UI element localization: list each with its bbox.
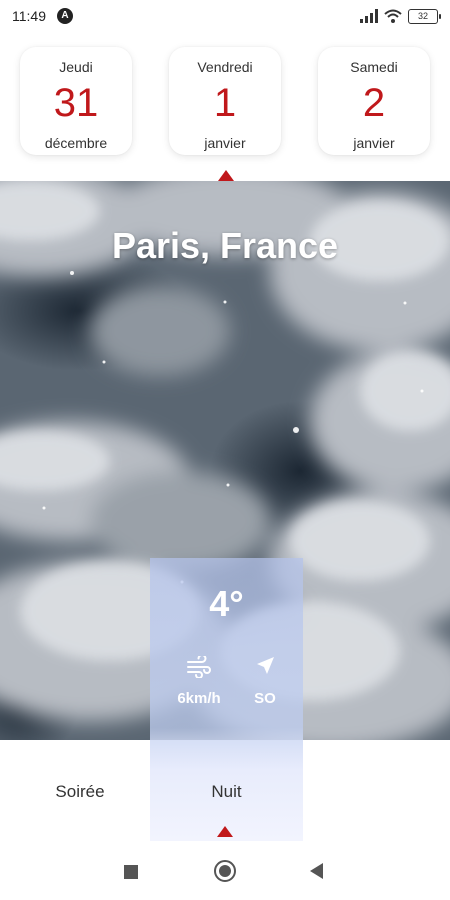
day-month: janvier xyxy=(353,135,395,151)
wind-direction-icon xyxy=(257,657,274,674)
square-icon[interactable] xyxy=(124,865,138,879)
day-month: janvier xyxy=(204,135,246,151)
wind-icon xyxy=(187,656,211,678)
period-tab-soiree[interactable]: Soirée xyxy=(30,782,130,802)
temperature: 4° xyxy=(209,583,244,624)
location-title: Paris, France xyxy=(111,225,339,266)
battery-icon: 32 xyxy=(408,8,441,24)
triangle-back-icon[interactable] xyxy=(310,863,323,879)
day-card-jeudi[interactable]: Jeudi 31 décembre xyxy=(20,47,132,155)
signal-icon xyxy=(360,9,378,23)
status-bar: 11:49 A 32 xyxy=(0,0,450,32)
day-number: 2 xyxy=(362,81,386,125)
day-weekday: Samedi xyxy=(350,59,398,75)
status-time: 11:49 xyxy=(12,8,46,24)
period-tab-nuit[interactable]: Nuit xyxy=(150,782,303,802)
app-notification-icon: A xyxy=(57,8,73,24)
circle-home-icon[interactable] xyxy=(214,860,236,882)
navigation-bar xyxy=(0,841,450,900)
selected-period-indicator xyxy=(217,826,233,837)
wind-direction: SO xyxy=(254,690,276,707)
selected-day-indicator xyxy=(218,170,234,181)
day-card-samedi[interactable]: Samedi 2 janvier xyxy=(318,47,430,155)
wind-speed: 6km/h xyxy=(177,690,221,707)
day-weekday: Vendredi xyxy=(197,59,253,75)
status-icons: 32 xyxy=(360,6,441,26)
day-number: 31 xyxy=(53,81,99,125)
day-number: 1 xyxy=(213,81,237,125)
day-month: décembre xyxy=(44,135,108,151)
day-weekday: Jeudi xyxy=(59,59,93,75)
wifi-icon xyxy=(384,9,402,23)
day-card-vendredi[interactable]: Vendredi 1 janvier xyxy=(169,47,281,155)
